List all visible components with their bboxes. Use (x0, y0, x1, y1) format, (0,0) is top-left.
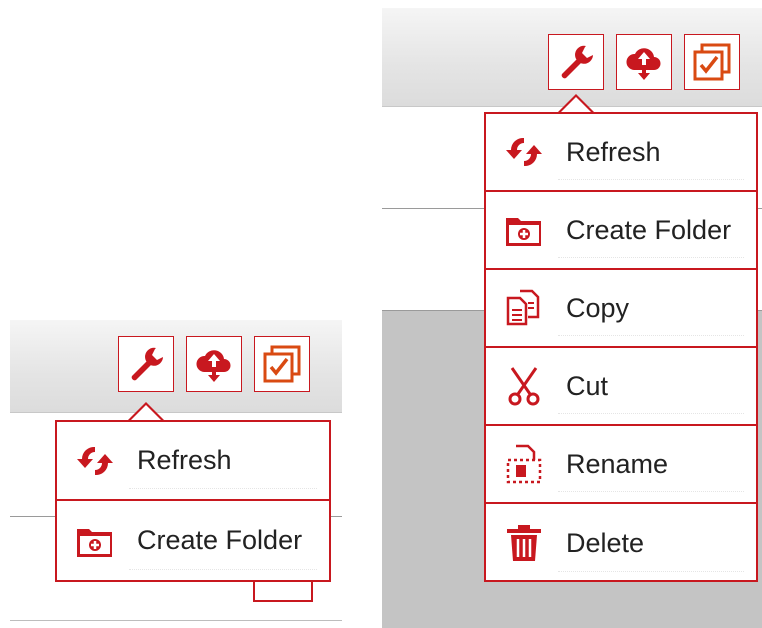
menu-item-refresh[interactable]: Refresh (57, 422, 329, 501)
cloud-upload-download-icon (194, 344, 234, 384)
tools-menu: Refresh Create Folder (55, 420, 331, 582)
scissors-icon (496, 358, 552, 414)
menu-item-create-folder[interactable]: Create Folder (57, 501, 329, 580)
menu-item-copy[interactable]: Copy (486, 270, 756, 348)
menu-item-cut[interactable]: Cut (486, 348, 756, 426)
tools-button[interactable] (118, 336, 174, 392)
cloud-upload-download-icon (624, 42, 664, 82)
menu-item-label: Refresh (566, 136, 661, 167)
menu-item-label: Cut (566, 370, 609, 401)
refresh-icon (496, 124, 552, 180)
menu-item-label: Create Folder (137, 525, 303, 555)
multi-select-checkbox-icon (692, 42, 732, 82)
rename-icon (496, 436, 552, 492)
trash-icon (496, 515, 552, 571)
wrench-icon (556, 42, 596, 82)
transfer-button[interactable] (186, 336, 242, 392)
refresh-icon (67, 433, 123, 489)
menu-item-rename[interactable]: Rename (486, 426, 756, 504)
menu-item-refresh[interactable]: Refresh (486, 114, 756, 192)
menu-item-label: Create Folder (566, 214, 732, 245)
create-folder-icon (67, 513, 123, 569)
copy-icon (496, 280, 552, 336)
left-panel: Refresh Create Folder (10, 320, 342, 628)
menu-caret (556, 94, 596, 114)
menu-item-create-folder[interactable]: Create Folder (486, 192, 756, 270)
menu-item-label: Delete (566, 527, 645, 558)
transfer-button[interactable] (616, 34, 672, 90)
wrench-icon (126, 344, 166, 384)
tools-menu: Refresh Create Folder Copy Cut Rename De… (484, 112, 758, 582)
create-folder-icon (496, 202, 552, 258)
multi-select-checkbox-icon (262, 344, 302, 384)
menu-item-delete[interactable]: Delete (486, 504, 756, 582)
select-button[interactable] (254, 336, 310, 392)
menu-item-label: Refresh (137, 445, 232, 475)
tools-button[interactable] (548, 34, 604, 90)
menu-caret (126, 402, 166, 422)
divider (10, 620, 342, 621)
menu-item-label: Rename (566, 448, 669, 479)
right-panel: Refresh Create Folder Copy Cut Rename De… (382, 8, 762, 628)
menu-item-label: Copy (566, 292, 630, 323)
select-button[interactable] (684, 34, 740, 90)
